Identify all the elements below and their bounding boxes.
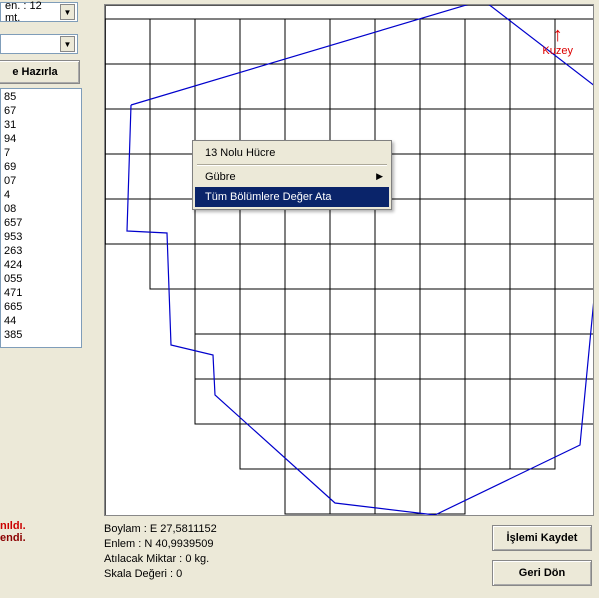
list-item[interactable]: 657 xyxy=(4,216,78,230)
status-enlem: Enlem : N 40,9939509 xyxy=(104,537,404,552)
dropdown-secondary[interactable]: ▼ xyxy=(0,34,78,54)
chevron-down-icon[interactable]: ▼ xyxy=(60,4,75,20)
list-item[interactable]: 953 xyxy=(4,230,78,244)
list-item[interactable]: 263 xyxy=(4,244,78,258)
dropdown-cell-size-label: en. : 12 mt. xyxy=(5,0,60,24)
list-item[interactable]: 471 xyxy=(4,286,78,300)
coordinate-status: Boylam : E 27,5811152 Enlem : N 40,99395… xyxy=(104,522,404,582)
context-menu-cell-info[interactable]: 13 Nolu Hücre xyxy=(195,143,389,163)
map-grid-area[interactable]: ↑ Kuzey xyxy=(104,4,594,516)
arrow-up-icon: ↑ xyxy=(542,25,573,45)
status-boylam: Boylam : E 27,5811152 xyxy=(104,522,404,537)
north-indicator: ↑ Kuzey xyxy=(542,25,573,57)
north-label: Kuzey xyxy=(542,45,573,57)
list-item[interactable]: 67 xyxy=(4,104,78,118)
value-listbox[interactable]: 8567319476907408657953263424055471665443… xyxy=(0,88,82,348)
context-menu-assign-all[interactable]: Tüm Bölümlere Değer Ata xyxy=(195,187,389,207)
status-miktar: Atılacak Miktar : 0 kg. xyxy=(104,552,404,567)
map-svg xyxy=(105,5,593,515)
context-menu-item-label: Tüm Bölümlere Değer Ata xyxy=(205,191,332,203)
back-button[interactable]: Geri Dön xyxy=(492,560,592,586)
context-menu-item-label: Gübre xyxy=(205,171,236,183)
list-item[interactable]: 08 xyxy=(4,202,78,216)
list-item[interactable]: 385 xyxy=(4,328,78,342)
list-item[interactable]: 07 xyxy=(4,174,78,188)
chevron-right-icon: ▶ xyxy=(376,171,383,182)
list-item[interactable]: 44 xyxy=(4,314,78,328)
back-button-label: Geri Dön xyxy=(519,567,565,579)
context-menu-gubre[interactable]: Gübre ▶ xyxy=(195,167,389,187)
context-menu: 13 Nolu Hücre Gübre ▶ Tüm Bölümlere Değe… xyxy=(192,140,392,210)
list-item[interactable]: 665 xyxy=(4,300,78,314)
list-item[interactable]: 69 xyxy=(4,160,78,174)
status-skala: Skala Değeri : 0 xyxy=(104,567,404,582)
list-item[interactable]: 4 xyxy=(4,188,78,202)
menu-separator xyxy=(197,164,387,166)
dropdown-cell-size[interactable]: en. : 12 mt. ▼ xyxy=(0,2,78,22)
list-item[interactable]: 31 xyxy=(4,118,78,132)
list-item[interactable]: 424 xyxy=(4,258,78,272)
list-item[interactable]: 94 xyxy=(4,132,78,146)
save-button[interactable]: İşlemi Kaydet xyxy=(492,525,592,551)
prepare-button[interactable]: e Hazırla xyxy=(0,60,80,84)
list-item[interactable]: 7 xyxy=(4,146,78,160)
save-button-label: İşlemi Kaydet xyxy=(507,532,578,544)
status-line-1: nıldı. xyxy=(0,520,26,532)
list-item[interactable]: 85 xyxy=(4,90,78,104)
chevron-down-icon[interactable]: ▼ xyxy=(60,36,75,52)
context-menu-item-label: 13 Nolu Hücre xyxy=(205,147,275,159)
status-line-2: endi. xyxy=(0,532,26,544)
prepare-button-label: e Hazırla xyxy=(12,66,57,78)
list-item[interactable]: 055 xyxy=(4,272,78,286)
left-status-text: nıldı. endi. xyxy=(0,520,26,544)
